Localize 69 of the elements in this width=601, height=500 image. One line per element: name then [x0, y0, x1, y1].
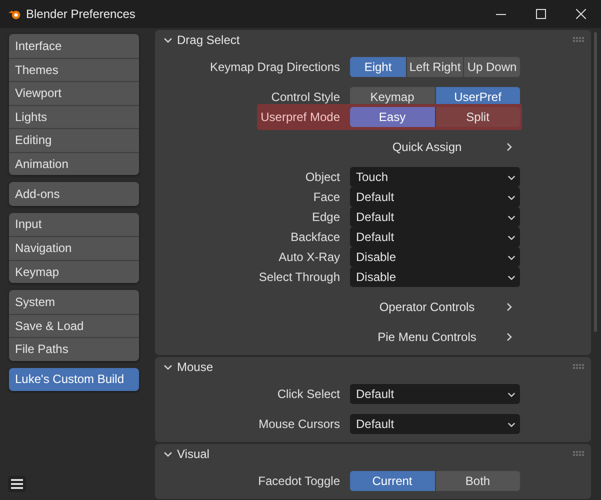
panel-title[interactable]: Mouse	[177, 360, 573, 374]
chevron-down-icon	[507, 172, 516, 182]
sidebar-item[interactable]: Luke's Custom Build	[9, 368, 139, 391]
chevron-down-icon	[507, 252, 516, 262]
chevron-down-icon	[507, 212, 516, 222]
dropdown[interactable]: Default	[350, 207, 520, 227]
option-button[interactable]: Up Down	[463, 57, 520, 77]
submenu-button[interactable]: Operator Controls	[350, 297, 520, 317]
sidebar-item[interactable]: File Paths	[9, 337, 139, 360]
setting-label: Select Through	[258, 270, 340, 284]
drag-grip-icon[interactable]	[573, 451, 585, 457]
chevron-icon[interactable]	[163, 449, 173, 459]
setting-label: Object	[304, 170, 340, 184]
chevron-down-icon	[507, 232, 516, 242]
sidebar-item[interactable]: Interface	[9, 34, 139, 58]
dropdown[interactable]: Disable	[350, 247, 520, 267]
window-title: Blender Preferences	[26, 7, 136, 21]
sidebar-item[interactable]: Input	[9, 212, 139, 236]
drag-grip-icon[interactable]	[573, 364, 585, 370]
submenu-button[interactable]: Pie Menu Controls	[350, 327, 520, 347]
option-button[interactable]: Easy	[350, 107, 434, 127]
chevron-down-icon	[507, 272, 516, 282]
setting-label: Mouse Cursors	[258, 417, 340, 431]
dropdown[interactable]: Disable	[350, 267, 520, 287]
setting-label: Keymap Drag Directions	[208, 60, 340, 74]
sidebar-item[interactable]: Lights	[9, 104, 139, 128]
panel-title[interactable]: Drag Select	[177, 33, 573, 47]
sidebar-item[interactable]: System	[9, 290, 139, 314]
chevron-down-icon	[507, 192, 516, 202]
dropdown[interactable]: Default	[350, 187, 520, 207]
panel-title[interactable]: Visual	[177, 447, 573, 461]
dropdown[interactable]: Default	[350, 384, 520, 404]
sidebar-item[interactable]: Editing	[9, 128, 139, 152]
chevron-right-icon	[504, 302, 514, 312]
sidebar-item[interactable]: Keymap	[9, 260, 139, 283]
setting-label: Backface	[290, 230, 340, 244]
setting-label: Control Style	[270, 90, 340, 104]
sidebar-item[interactable]: Navigation	[9, 236, 139, 260]
dropdown[interactable]: Default	[350, 227, 520, 247]
setting-label: Userpref Mode	[260, 110, 340, 124]
chevron-icon[interactable]	[163, 362, 173, 372]
setting-label: Click Select	[276, 387, 340, 401]
option-button[interactable]: Both	[434, 471, 520, 491]
dropdown[interactable]: Default	[350, 414, 520, 434]
chevron-down-icon	[507, 420, 516, 428]
option-button[interactable]: Eight	[350, 57, 406, 77]
maximize-icon	[536, 9, 546, 19]
setting-label: Face	[312, 190, 340, 204]
chevron-down-icon	[507, 390, 516, 398]
setting-label: Facedot Toggle	[257, 474, 340, 488]
dropdown[interactable]: Touch	[350, 167, 520, 187]
chevron-right-icon	[504, 142, 514, 152]
close-icon	[576, 9, 586, 19]
sidebar-item[interactable]: Viewport	[9, 81, 139, 104]
submenu-button[interactable]: Quick Assign	[350, 137, 520, 157]
setting-label: Auto X-Ray	[278, 250, 340, 264]
sidebar-item[interactable]: Animation	[9, 152, 139, 175]
sidebar-item[interactable]: Add-ons	[9, 182, 139, 206]
option-button[interactable]: Split	[434, 107, 520, 127]
option-button[interactable]: Left Right	[406, 57, 463, 77]
option-button[interactable]: Current	[350, 471, 434, 491]
setting-label: Edge	[310, 210, 340, 224]
drag-grip-icon[interactable]	[573, 37, 585, 43]
chevron-right-icon	[504, 332, 514, 342]
menu-icon[interactable]	[8, 476, 26, 492]
sidebar-item[interactable]: Save & Load	[9, 314, 139, 337]
chevron-icon[interactable]	[163, 35, 173, 45]
blender-logo-icon	[8, 8, 22, 20]
sidebar-item[interactable]: Themes	[9, 58, 139, 81]
